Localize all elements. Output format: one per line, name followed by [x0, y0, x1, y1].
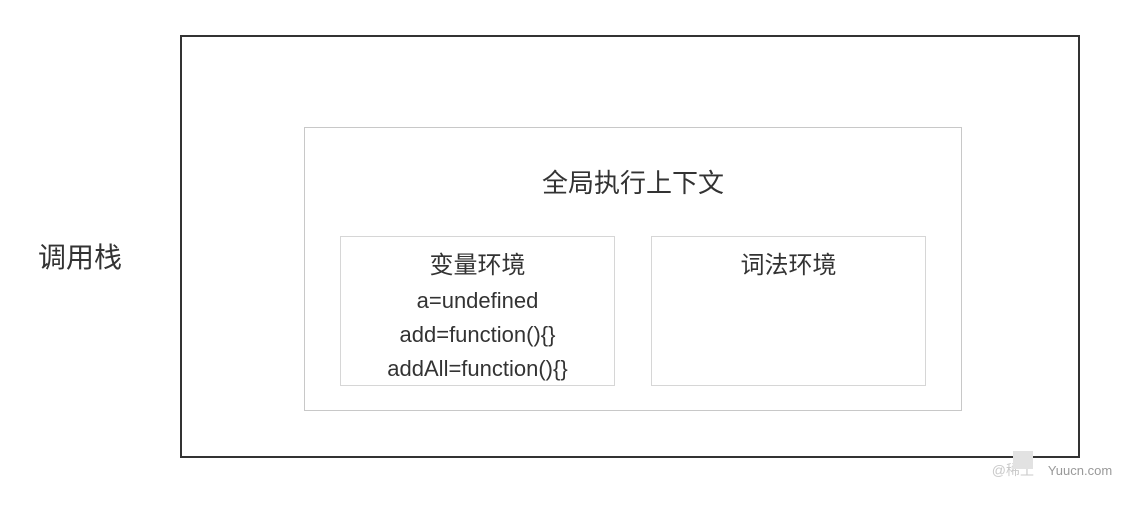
variable-environment-title: 变量环境 [341, 247, 614, 284]
lexical-environment-title: 词法环境 [652, 247, 925, 284]
variable-environment-box: 变量环境 a=undefined add=function(){} addAll… [340, 236, 615, 386]
variable-line: add=function(){} [341, 318, 614, 352]
call-stack-label: 调用栈 [38, 236, 122, 276]
global-execution-context-box: 全局执行上下文 变量环境 a=undefined add=function(){… [304, 127, 962, 411]
variable-line: a=undefined [341, 284, 614, 318]
watermark-site: Yuucn.com [1048, 463, 1112, 478]
context-title: 全局执行上下文 [305, 163, 961, 200]
variable-line: addAll=function(){} [341, 352, 614, 386]
environments-row: 变量环境 a=undefined add=function(){} addAll… [305, 236, 961, 386]
call-stack-box: 全局执行上下文 变量环境 a=undefined add=function(){… [180, 35, 1080, 458]
watermark-badge: Yuucn.com [1027, 457, 1133, 483]
lexical-environment-box: 词法环境 [651, 236, 926, 386]
